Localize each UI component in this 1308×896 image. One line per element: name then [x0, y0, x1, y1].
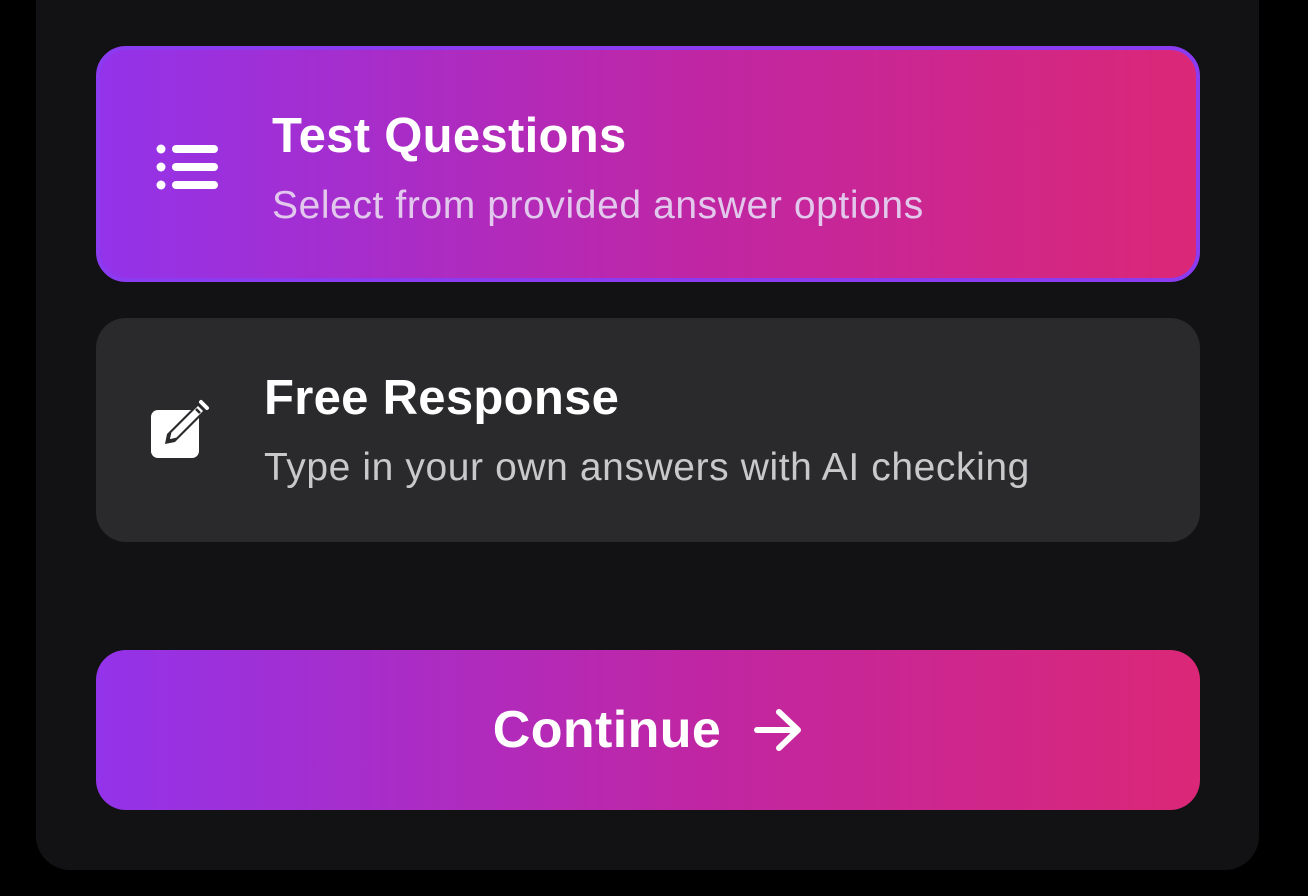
arrow-right-icon [753, 708, 803, 752]
option-subtitle: Type in your own answers with AI checkin… [264, 446, 1030, 489]
option-test-questions[interactable]: Test Questions Select from provided answ… [96, 46, 1200, 282]
option-subtitle: Select from provided answer options [272, 184, 924, 227]
edit-icon [148, 398, 212, 462]
option-free-response[interactable]: Free Response Type in your own answers w… [96, 318, 1200, 542]
list-icon [156, 144, 220, 190]
option-title: Test Questions [272, 109, 627, 163]
continue-button[interactable]: Continue [96, 650, 1200, 810]
option-title: Free Response [264, 371, 620, 425]
continue-label: Continue [492, 701, 722, 759]
